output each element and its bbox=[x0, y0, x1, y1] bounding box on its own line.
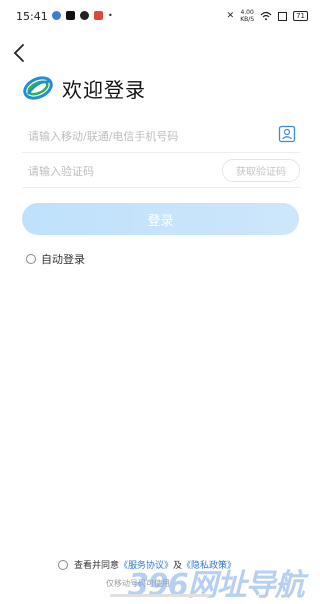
china-mobile-logo bbox=[23, 76, 53, 100]
home-indicator bbox=[110, 594, 210, 597]
agreement-and: 及 bbox=[173, 561, 183, 571]
page-title: 欢迎登录 bbox=[62, 78, 146, 102]
tiktok-icon bbox=[66, 11, 75, 20]
login-button[interactable]: 登录 bbox=[22, 203, 299, 235]
phone-input[interactable] bbox=[26, 124, 250, 148]
app-badge-icon bbox=[80, 11, 89, 20]
get-code-button[interactable]: 获取验证码 bbox=[222, 159, 300, 182]
wifi-icon bbox=[260, 11, 272, 21]
network-speed: 4.00 KB/S bbox=[240, 9, 254, 23]
sim-icon bbox=[278, 11, 288, 21]
network-speed-unit: KB/S bbox=[240, 16, 255, 23]
auto-login-option[interactable]: 自动登录 bbox=[26, 251, 85, 267]
auto-login-radio[interactable] bbox=[26, 254, 36, 264]
battery-indicator: 71 bbox=[293, 11, 308, 21]
back-arrow-icon[interactable] bbox=[10, 42, 30, 64]
agreement-note: 仅移动号码可使用 bbox=[106, 579, 170, 588]
agreement-prefix: 查看并同意 bbox=[74, 561, 120, 571]
status-bar: 15:41 • ✕ 4.00 KB/S 71 bbox=[0, 0, 320, 32]
agreement-radio[interactable] bbox=[58, 559, 68, 570]
network-speed-value: 4.00 bbox=[240, 9, 254, 16]
status-time: 15:41 bbox=[16, 10, 48, 23]
phone-field-row bbox=[22, 118, 300, 153]
code-field-row: 获取验证码 bbox=[22, 153, 300, 188]
status-app-icons: • bbox=[52, 11, 113, 20]
mute-icon: ✕ bbox=[226, 11, 235, 21]
app-red-icon bbox=[94, 11, 103, 20]
verification-code-input[interactable] bbox=[26, 159, 250, 183]
auto-login-label: 自动登录 bbox=[41, 253, 85, 266]
agreement-row: 查看并同意 《服务协议》 及 《隐私政策》 bbox=[58, 558, 236, 571]
service-agreement-link[interactable]: 《服务协议》 bbox=[119, 558, 173, 571]
app-notification-icon bbox=[52, 11, 61, 20]
contact-book-icon[interactable] bbox=[278, 125, 296, 143]
more-dot-icon: • bbox=[108, 11, 113, 20]
privacy-policy-link[interactable]: 《隐私政策》 bbox=[182, 558, 236, 571]
status-right: ✕ 4.00 KB/S 71 bbox=[227, 9, 308, 23]
